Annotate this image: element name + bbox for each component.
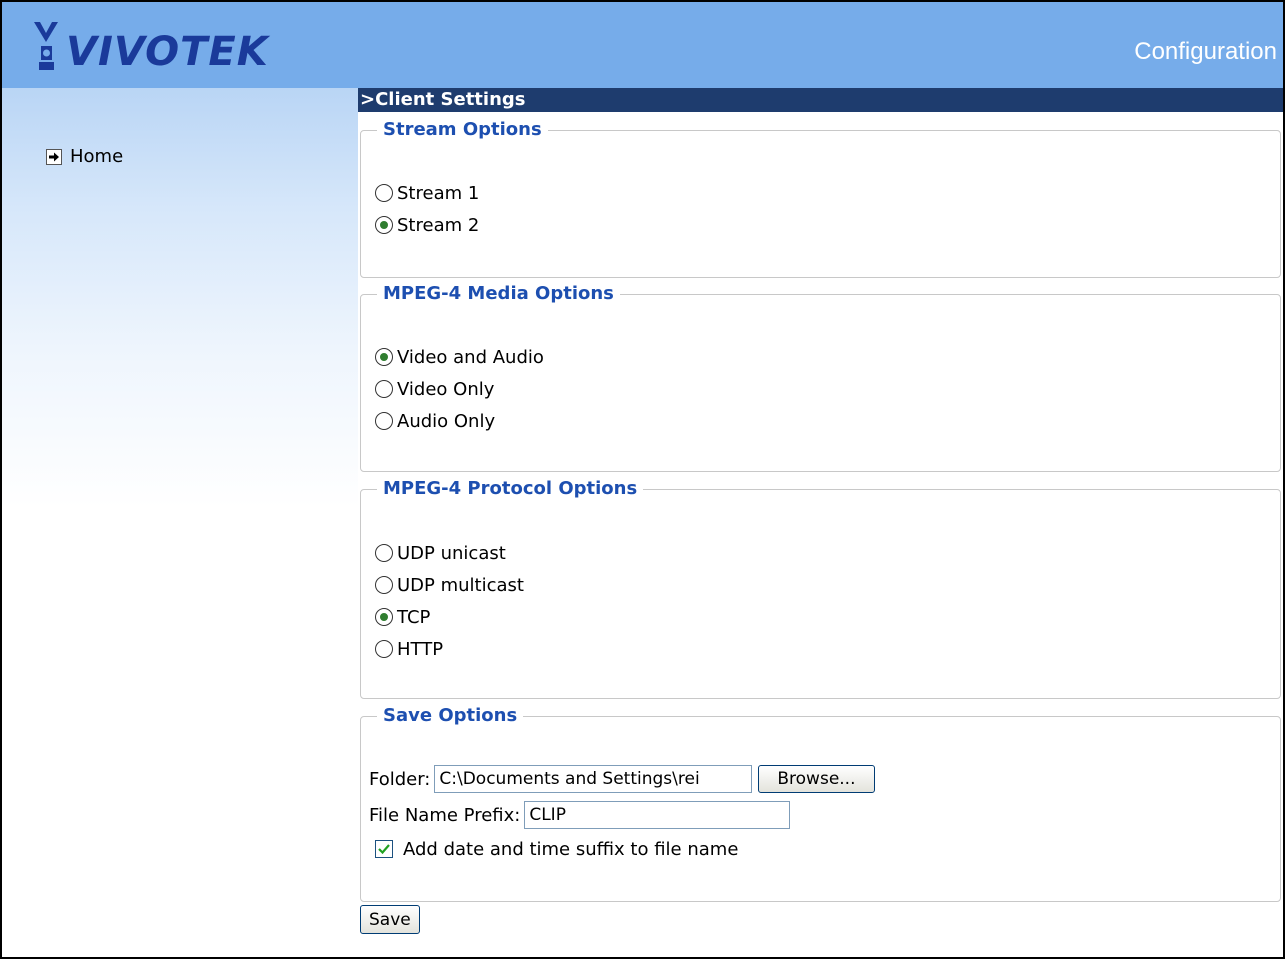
radio-udp-multicast[interactable]: UDP multicast	[375, 572, 524, 598]
radio-button[interactable]	[375, 216, 393, 234]
file-name-prefix-input[interactable]	[524, 801, 791, 829]
vivotek-logo: VIVOTEK	[32, 18, 269, 72]
prefix-row: File Name Prefix:	[369, 800, 791, 830]
media-options-group: MPEG-4 Media Options Video and Audio Vid…	[360, 283, 1281, 472]
checkmark-icon	[378, 844, 390, 855]
save-options-group: Save Options Folder: Browse... File Name…	[360, 705, 1281, 902]
folder-input[interactable]	[434, 765, 753, 793]
stream-options-group: Stream Options Stream 1 Stream 2	[360, 119, 1281, 278]
radio-button[interactable]	[375, 380, 393, 398]
group-legend: MPEG-4 Media Options	[377, 283, 620, 305]
section-header-bar: >Client Settings	[358, 88, 1283, 112]
sidebar-item-label: Home	[70, 146, 124, 167]
sidebar-item-home[interactable]: Home	[46, 146, 123, 167]
radio-video-only[interactable]: Video Only	[375, 376, 494, 402]
radio-label: UDP unicast	[397, 542, 506, 564]
radio-button[interactable]	[375, 184, 393, 202]
group-legend: Save Options	[377, 705, 524, 727]
browser-frame: VIVOTEK Configuration Home >Client Setti…	[0, 0, 1285, 959]
radio-button[interactable]	[375, 348, 393, 366]
radio-label: Video and Audio	[397, 346, 544, 368]
suffix-label: Add date and time suffix to file name	[403, 838, 739, 860]
section-title: >Client Settings	[360, 89, 526, 110]
radio-video-and-audio[interactable]: Video and Audio	[375, 344, 544, 370]
radio-button[interactable]	[375, 412, 393, 430]
group-legend: Stream Options	[377, 119, 548, 141]
camera-logo-icon	[34, 22, 58, 70]
radio-button[interactable]	[375, 608, 393, 626]
folder-label: Folder:	[369, 768, 431, 790]
main-content: >Client Settings Stream Options Stream 1…	[358, 88, 1283, 957]
radio-udp-unicast[interactable]: UDP unicast	[375, 540, 506, 566]
radio-button[interactable]	[375, 576, 393, 594]
save-button[interactable]: Save	[360, 905, 420, 934]
prefix-label: File Name Prefix:	[369, 804, 521, 826]
radio-label: Audio Only	[397, 410, 496, 432]
logo-text: VIVOTEK	[66, 29, 269, 75]
radio-label: HTTP	[397, 638, 444, 660]
header-banner: VIVOTEK Configuration	[2, 2, 1283, 88]
radio-tcp[interactable]: TCP	[375, 604, 430, 630]
radio-label: UDP multicast	[397, 574, 524, 596]
radio-label: Video Only	[397, 378, 495, 400]
radio-button[interactable]	[375, 640, 393, 658]
radio-audio-only[interactable]: Audio Only	[375, 408, 495, 434]
radio-label: Stream 1	[397, 182, 480, 204]
suffix-checkbox[interactable]	[375, 840, 393, 858]
browse-button[interactable]: Browse...	[758, 765, 875, 793]
suffix-row[interactable]: Add date and time suffix to file name	[375, 834, 742, 864]
sidebar: Home	[2, 88, 358, 957]
protocol-options-group: MPEG-4 Protocol Options UDP unicast UDP …	[360, 478, 1281, 699]
folder-row: Folder: Browse...	[369, 764, 875, 794]
radio-stream-2[interactable]: Stream 2	[375, 212, 479, 238]
arrow-right-icon	[46, 148, 62, 165]
radio-label: Stream 2	[397, 214, 480, 236]
group-legend: MPEG-4 Protocol Options	[377, 478, 644, 500]
page-title: Configuration	[1134, 38, 1277, 65]
radio-label: TCP	[397, 606, 431, 628]
radio-button[interactable]	[375, 544, 393, 562]
radio-http[interactable]: HTTP	[375, 636, 443, 662]
radio-stream-1[interactable]: Stream 1	[375, 180, 479, 206]
